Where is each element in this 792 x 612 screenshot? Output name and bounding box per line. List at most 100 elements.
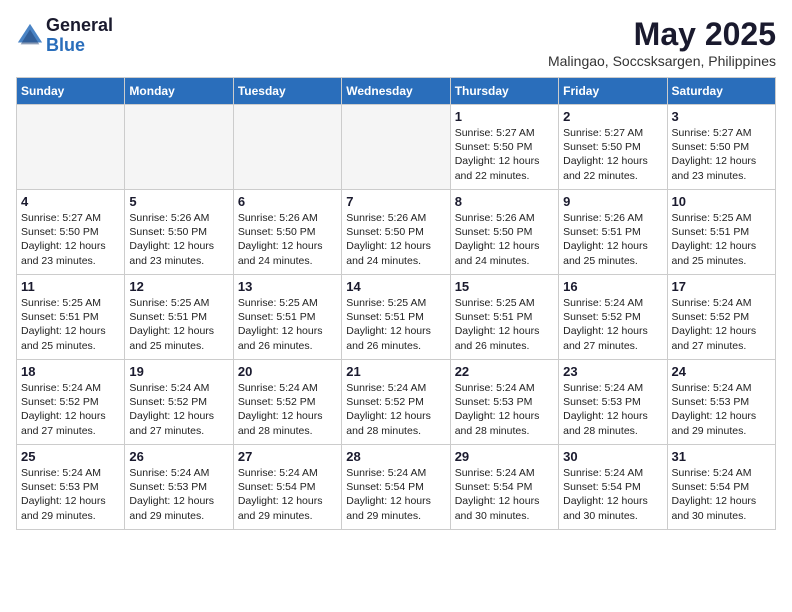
title-block: May 2025 Malingao, Soccsksargen, Philipp… — [548, 16, 776, 69]
day-number: 25 — [21, 449, 120, 464]
logo-text: General Blue — [46, 16, 113, 56]
day-number: 27 — [238, 449, 337, 464]
calendar-cell: 19 Sunrise: 5:24 AMSunset: 5:52 PMDayligh… — [125, 360, 233, 445]
calendar-cell: 15 Sunrise: 5:25 AMSunset: 5:51 PMDayligh… — [450, 275, 558, 360]
calendar-cell: 31 Sunrise: 5:24 AMSunset: 5:54 PMDayligh… — [667, 445, 775, 530]
weekday-header-wednesday: Wednesday — [342, 78, 450, 105]
calendar-cell: 25 Sunrise: 5:24 AMSunset: 5:53 PMDayligh… — [17, 445, 125, 530]
day-number: 19 — [129, 364, 228, 379]
day-number: 8 — [455, 194, 554, 209]
calendar-cell: 8 Sunrise: 5:26 AMSunset: 5:50 PMDaylight… — [450, 190, 558, 275]
day-number: 10 — [672, 194, 771, 209]
calendar-cell: 4 Sunrise: 5:27 AMSunset: 5:50 PMDaylight… — [17, 190, 125, 275]
calendar-cell: 28 Sunrise: 5:24 AMSunset: 5:54 PMDayligh… — [342, 445, 450, 530]
day-info: Sunrise: 5:25 AMSunset: 5:51 PMDaylight:… — [672, 212, 757, 267]
calendar-cell: 21 Sunrise: 5:24 AMSunset: 5:52 PMDayligh… — [342, 360, 450, 445]
day-number: 20 — [238, 364, 337, 379]
weekday-header-saturday: Saturday — [667, 78, 775, 105]
week-row-4: 18 Sunrise: 5:24 AMSunset: 5:52 PMDayligh… — [17, 360, 776, 445]
calendar-cell: 7Sunrise: 5:26 AMSunset: 5:50 PMDaylight… — [342, 190, 450, 275]
calendar-cell: 13 Sunrise: 5:25 AMSunset: 5:51 PMDayligh… — [233, 275, 341, 360]
calendar-cell: 20 Sunrise: 5:24 AMSunset: 5:52 PMDayligh… — [233, 360, 341, 445]
day-info: Sunrise: 5:26 AMSunset: 5:50 PMDaylight:… — [346, 212, 431, 267]
calendar-cell: 30 Sunrise: 5:24 AMSunset: 5:54 PMDayligh… — [559, 445, 667, 530]
calendar-cell — [342, 105, 450, 190]
calendar-cell: 17 Sunrise: 5:24 AMSunset: 5:52 PMDayligh… — [667, 275, 775, 360]
calendar-cell: 18 Sunrise: 5:24 AMSunset: 5:52 PMDayligh… — [17, 360, 125, 445]
day-info: Sunrise: 5:26 AMSunset: 5:51 PMDaylight:… — [563, 212, 648, 267]
day-info: Sunrise: 5:24 AMSunset: 5:53 PMDaylight:… — [455, 382, 540, 437]
day-info: Sunrise: 5:27 AMSunset: 5:50 PMDaylight:… — [21, 212, 106, 267]
day-number: 9 — [563, 194, 662, 209]
day-info: Sunrise: 5:24 AMSunset: 5:52 PMDaylight:… — [563, 297, 648, 352]
calendar-cell: 10 Sunrise: 5:25 AMSunset: 5:51 PMDayligh… — [667, 190, 775, 275]
logo-general: General — [46, 16, 113, 36]
day-number: 15 — [455, 279, 554, 294]
day-number: 4 — [21, 194, 120, 209]
calendar-cell: 27 Sunrise: 5:24 AMSunset: 5:54 PMDayligh… — [233, 445, 341, 530]
day-info: Sunrise: 5:24 AMSunset: 5:54 PMDaylight:… — [455, 467, 540, 522]
weekday-header-thursday: Thursday — [450, 78, 558, 105]
calendar-cell: 14Sunrise: 5:25 AMSunset: 5:51 PMDayligh… — [342, 275, 450, 360]
day-number: 31 — [672, 449, 771, 464]
day-info: Sunrise: 5:25 AMSunset: 5:51 PMDaylight:… — [129, 297, 214, 352]
day-info: Sunrise: 5:24 AMSunset: 5:52 PMDaylight:… — [238, 382, 323, 437]
day-number: 28 — [346, 449, 445, 464]
logo-blue: Blue — [46, 36, 113, 56]
day-number: 12 — [129, 279, 228, 294]
calendar-cell: 24Sunrise: 5:24 AMSunset: 5:53 PMDayligh… — [667, 360, 775, 445]
day-info: Sunrise: 5:27 AMSunset: 5:50 PMDaylight:… — [455, 127, 540, 182]
day-number: 21 — [346, 364, 445, 379]
day-info: Sunrise: 5:26 AMSunset: 5:50 PMDaylight:… — [238, 212, 323, 267]
day-number: 17 — [672, 279, 771, 294]
day-info: Sunrise: 5:25 AMSunset: 5:51 PMDaylight:… — [455, 297, 540, 352]
month-year: May 2025 — [548, 16, 776, 53]
calendar-cell: 1 Sunrise: 5:27 AMSunset: 5:50 PMDaylight… — [450, 105, 558, 190]
day-info: Sunrise: 5:24 AMSunset: 5:52 PMDaylight:… — [129, 382, 214, 437]
day-info: Sunrise: 5:24 AMSunset: 5:54 PMDaylight:… — [563, 467, 648, 522]
day-number: 16 — [563, 279, 662, 294]
day-number: 24 — [672, 364, 771, 379]
week-row-3: 11Sunrise: 5:25 AMSunset: 5:51 PMDayligh… — [17, 275, 776, 360]
day-info: Sunrise: 5:24 AMSunset: 5:53 PMDaylight:… — [563, 382, 648, 437]
day-info: Sunrise: 5:24 AMSunset: 5:52 PMDaylight:… — [21, 382, 106, 437]
day-number: 18 — [21, 364, 120, 379]
day-info: Sunrise: 5:26 AMSunset: 5:50 PMDaylight:… — [129, 212, 214, 267]
day-info: Sunrise: 5:25 AMSunset: 5:51 PMDaylight:… — [346, 297, 431, 352]
day-number: 30 — [563, 449, 662, 464]
calendar-cell: 16 Sunrise: 5:24 AMSunset: 5:52 PMDayligh… — [559, 275, 667, 360]
weekday-header-tuesday: Tuesday — [233, 78, 341, 105]
week-row-2: 4 Sunrise: 5:27 AMSunset: 5:50 PMDaylight… — [17, 190, 776, 275]
calendar-cell: 2 Sunrise: 5:27 AMSunset: 5:50 PMDaylight… — [559, 105, 667, 190]
day-number: 29 — [455, 449, 554, 464]
day-info: Sunrise: 5:27 AMSunset: 5:50 PMDaylight:… — [672, 127, 757, 182]
location: Malingao, Soccsksargen, Philippines — [548, 53, 776, 69]
calendar-cell: 22 Sunrise: 5:24 AMSunset: 5:53 PMDayligh… — [450, 360, 558, 445]
day-info: Sunrise: 5:24 AMSunset: 5:52 PMDaylight:… — [346, 382, 431, 437]
day-info: Sunrise: 5:26 AMSunset: 5:50 PMDaylight:… — [455, 212, 540, 267]
day-info: Sunrise: 5:24 AMSunset: 5:52 PMDaylight:… — [672, 297, 757, 352]
day-number: 22 — [455, 364, 554, 379]
day-info: Sunrise: 5:24 AMSunset: 5:54 PMDaylight:… — [672, 467, 757, 522]
day-info: Sunrise: 5:24 AMSunset: 5:54 PMDaylight:… — [238, 467, 323, 522]
day-info: Sunrise: 5:24 AMSunset: 5:53 PMDaylight:… — [21, 467, 106, 522]
calendar-cell: 6Sunrise: 5:26 AMSunset: 5:50 PMDaylight… — [233, 190, 341, 275]
calendar-cell: 3 Sunrise: 5:27 AMSunset: 5:50 PMDaylight… — [667, 105, 775, 190]
day-info: Sunrise: 5:24 AMSunset: 5:54 PMDaylight:… — [346, 467, 431, 522]
calendar-cell: 26Sunrise: 5:24 AMSunset: 5:53 PMDayligh… — [125, 445, 233, 530]
day-number: 3 — [672, 109, 771, 124]
calendar-cell: 5Sunrise: 5:26 AMSunset: 5:50 PMDaylight… — [125, 190, 233, 275]
week-row-1: 1 Sunrise: 5:27 AMSunset: 5:50 PMDaylight… — [17, 105, 776, 190]
day-number: 1 — [455, 109, 554, 124]
calendar-cell: 9 Sunrise: 5:26 AMSunset: 5:51 PMDaylight… — [559, 190, 667, 275]
day-number: 2 — [563, 109, 662, 124]
day-info: Sunrise: 5:25 AMSunset: 5:51 PMDaylight:… — [21, 297, 106, 352]
page-header: General Blue May 2025 Malingao, Soccsksa… — [16, 16, 776, 69]
logo: General Blue — [16, 16, 113, 56]
day-info: Sunrise: 5:27 AMSunset: 5:50 PMDaylight:… — [563, 127, 648, 182]
logo-icon — [16, 22, 44, 50]
weekday-header-monday: Monday — [125, 78, 233, 105]
calendar-cell: 29 Sunrise: 5:24 AMSunset: 5:54 PMDayligh… — [450, 445, 558, 530]
day-info: Sunrise: 5:25 AMSunset: 5:51 PMDaylight:… — [238, 297, 323, 352]
day-number: 13 — [238, 279, 337, 294]
